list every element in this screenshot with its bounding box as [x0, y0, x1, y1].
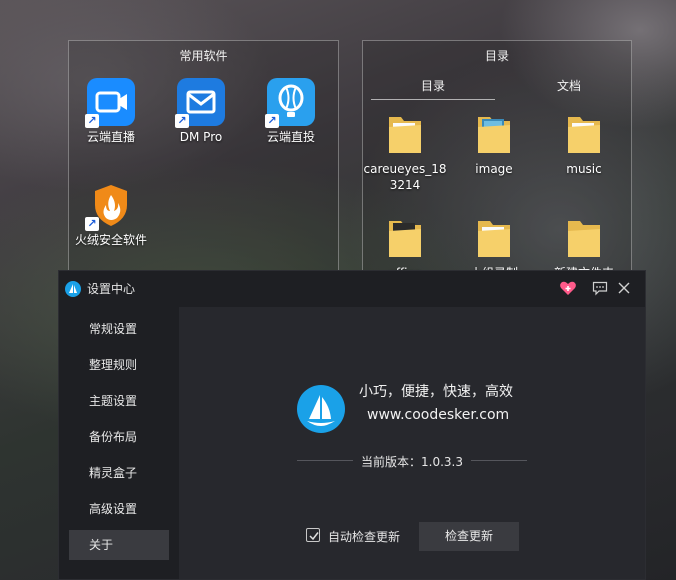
- panel-title: 常用软件: [179, 49, 228, 63]
- mail-icon: ↗: [175, 78, 225, 128]
- app-logo-icon: [65, 281, 81, 297]
- divider: [471, 460, 527, 461]
- sail-logo-icon: [297, 385, 345, 433]
- app-label: 云端直播: [86, 130, 135, 144]
- nav-about[interactable]: 关于: [69, 530, 169, 560]
- camera-icon: ↗: [85, 78, 135, 128]
- nav-theme-settings[interactable]: 主题设置: [69, 386, 169, 416]
- titlebar: 设置中心: [59, 271, 645, 307]
- app-huorong[interactable]: ↗ 火绒安全软件: [71, 181, 151, 248]
- check-update-button[interactable]: 检查更新: [419, 522, 519, 551]
- settings-window: 设置中心 常规设置 整理规则 主题设置 备份布局 精灵盒子 高级设置 关于 小巧…: [58, 270, 646, 580]
- settings-sidebar: 常规设置 整理规则 主题设置 备份布局 精灵盒子 高级设置 关于: [59, 307, 179, 579]
- folder-icon: [474, 111, 514, 157]
- folder-icon: [564, 111, 604, 157]
- panel-title: 目录: [484, 49, 509, 63]
- directory-tabs: 目录 文档: [371, 77, 623, 101]
- close-icon[interactable]: [615, 279, 633, 297]
- app-label: 云端直投: [266, 130, 315, 144]
- app-label: DM Pro: [179, 130, 223, 144]
- about-content: 小巧，便捷，快速，高效 www.coodesker.com 当前版本：1.0.3…: [179, 307, 645, 579]
- folder-item[interactable]: image: [452, 111, 536, 177]
- window-title: 设置中心: [87, 282, 136, 296]
- common-software-panel: 常用软件 ↗ 云端直播 ↗ DM Pro ↗ 云端直投 ↗ 火绒安全软件: [68, 40, 339, 280]
- tab-documents[interactable]: 文档: [507, 77, 631, 94]
- divider: [297, 460, 353, 461]
- nav-general-settings[interactable]: 常规设置: [69, 314, 169, 344]
- app-label: 火绒安全软件: [74, 233, 147, 247]
- nav-sprite-box[interactable]: 精灵盒子: [69, 458, 169, 488]
- slogan-text: 小巧，便捷，快速，高效: [359, 384, 513, 400]
- shortcut-arrow-icon: ↗: [85, 217, 99, 231]
- folder-icon: [385, 111, 425, 157]
- auto-check-checkbox[interactable]: [306, 528, 320, 542]
- app-dm-pro[interactable]: ↗ DM Pro: [161, 78, 241, 145]
- app-cloud-delivery[interactable]: ↗ 云端直投: [251, 78, 331, 145]
- huorong-shield-icon: ↗: [85, 181, 135, 231]
- folder-icon: [385, 215, 425, 261]
- folder-label: careueyes_183214: [363, 162, 447, 192]
- shortcut-arrow-icon: ↗: [175, 114, 189, 128]
- folder-label: image: [475, 162, 513, 176]
- tab-directory[interactable]: 目录: [371, 77, 495, 100]
- heart-icon[interactable]: [559, 279, 577, 297]
- nav-organize-rules[interactable]: 整理规则: [69, 350, 169, 380]
- feedback-icon[interactable]: [591, 279, 609, 297]
- website-link[interactable]: www.coodesker.com: [367, 407, 509, 423]
- folder-label: music: [566, 162, 602, 176]
- version-text: 当前版本：1.0.3.3: [361, 455, 463, 469]
- shortcut-arrow-icon: ↗: [85, 114, 99, 128]
- app-cloud-live[interactable]: ↗ 云端直播: [71, 78, 151, 145]
- nav-backup-layout[interactable]: 备份布局: [69, 422, 169, 452]
- auto-check-label: 自动检查更新: [328, 530, 401, 544]
- directory-panel: 目录 目录 文档 careueyes_183214 image music of…: [362, 40, 632, 280]
- shortcut-arrow-icon: ↗: [265, 114, 279, 128]
- folder-icon: [564, 215, 604, 261]
- nav-advanced-settings[interactable]: 高级设置: [69, 494, 169, 524]
- folder-item[interactable]: careueyes_183214: [363, 111, 447, 193]
- balloon-icon: ↗: [265, 78, 315, 128]
- folder-icon: [474, 215, 514, 261]
- folder-item[interactable]: music: [542, 111, 626, 177]
